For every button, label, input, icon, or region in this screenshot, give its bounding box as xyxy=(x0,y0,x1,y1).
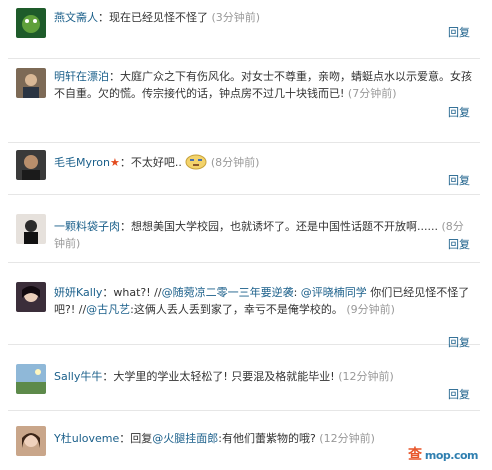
comment-author[interactable]: Y杜uloveme xyxy=(54,432,119,445)
comment-author[interactable]: 毛毛Myron xyxy=(54,156,110,169)
comment-text: 不太好吧.. xyxy=(130,156,182,169)
comment-author[interactable]: 一颗料袋子肉 xyxy=(54,220,120,233)
watermark-text: mop.com xyxy=(424,449,479,462)
comment-time: (3分钟前) xyxy=(211,11,261,24)
comment-author[interactable]: 妍妍Kally xyxy=(54,286,102,299)
comment-item: 回复 Sally牛牛：大学里的学业太轻松了! 只要混及格就能毕业! (12分钟前… xyxy=(8,336,480,411)
avatar[interactable] xyxy=(16,282,46,312)
comment-text: 想想美国大学校园，也就诱坏了。还是中国性话题不开放啊...... xyxy=(131,220,438,233)
avatar[interactable] xyxy=(16,68,46,98)
comment-item: 燕文斋人：现在已经见怪不怪了 (3分钟前) 回复 xyxy=(8,4,480,59)
mention-link[interactable]: @随菀凉二零一三年要逆袭 xyxy=(162,286,294,299)
comment-text: 现在已经见怪不怪了 xyxy=(109,11,208,24)
comment-author[interactable]: 燕文斋人 xyxy=(54,11,98,24)
vip-star-icon: ★ xyxy=(109,156,120,169)
comment-item: 明轩在漂泊：大庭广众之下有伤风化。对女士不尊重，亲吻，蜻蜓点水以示爱意。女孩不自… xyxy=(8,60,480,143)
avatar[interactable] xyxy=(16,150,46,180)
comment-author[interactable]: 明轩在漂泊 xyxy=(54,70,109,83)
comment-item: 妍妍Kally：what?! //@随菀凉二零一三年要逆袭: @评晓楠同学 你们… xyxy=(8,276,480,345)
comment-time: (7分钟前) xyxy=(347,87,397,100)
mention-link[interactable]: @火腿挂面郎 xyxy=(152,432,218,445)
site-watermark: 查 mop.com xyxy=(408,444,478,464)
mention-link[interactable]: @评晓楠同学 xyxy=(301,286,367,299)
comment-author[interactable]: Sally牛牛 xyxy=(54,370,102,383)
comment-item: 一颗料袋子肉：想想美国大学校园，也就诱坏了。还是中国性话题不开放啊...... … xyxy=(8,208,480,263)
comment-time: (9分钟前) xyxy=(346,303,395,316)
comment-time: (12分钟前) xyxy=(338,370,394,383)
avatar[interactable] xyxy=(16,364,46,394)
comment-text: 大学里的学业太轻松了! 只要混及格就能毕业! xyxy=(113,370,335,383)
mention-link[interactable]: @古凡艺 xyxy=(86,303,130,316)
avatar[interactable] xyxy=(16,426,46,456)
comment-item: 毛毛Myron★：不太好吧.. (8分钟前) 回复 xyxy=(8,144,480,195)
smiley-face-icon xyxy=(185,154,207,170)
reply-link[interactable]: 回复 xyxy=(448,236,470,252)
comment-time: (12分钟前) xyxy=(319,432,375,445)
watermark-char: 查 xyxy=(408,447,422,463)
reply-link[interactable]: 回复 xyxy=(448,172,470,188)
avatar[interactable] xyxy=(16,214,46,244)
avatar[interactable] xyxy=(16,8,46,38)
reply-link[interactable]: 回复 xyxy=(448,24,470,40)
reply-link[interactable]: 回复 xyxy=(448,386,470,402)
reply-link[interactable]: 回复 xyxy=(448,334,470,350)
comment-time: (8分钟前) xyxy=(210,156,260,169)
reply-link[interactable]: 回复 xyxy=(448,104,470,120)
